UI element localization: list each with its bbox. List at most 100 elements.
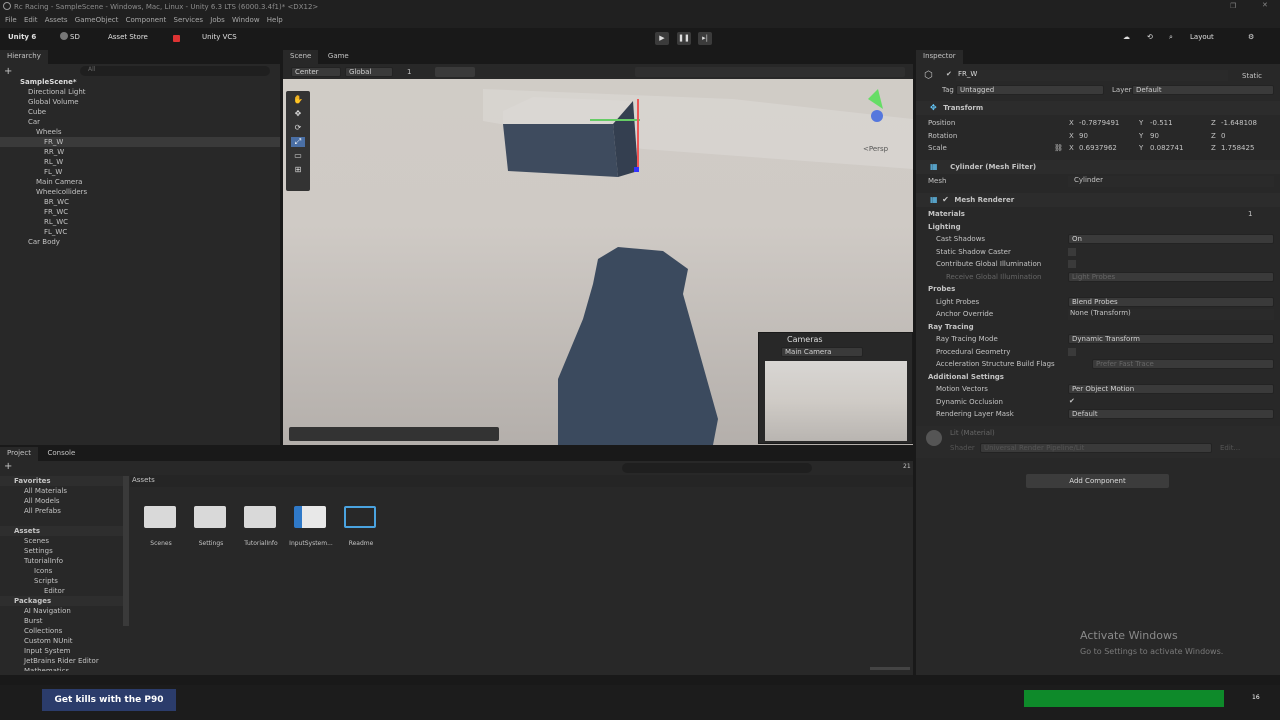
menu-window[interactable]: Window [232,16,260,24]
asset-readme[interactable]: Readme [344,502,378,547]
rotate-tool-icon[interactable]: ⟳ [291,123,305,133]
hierarchy-item[interactable]: RL_W [0,157,280,167]
rendering-layer-mask-dropdown[interactable]: Default [1068,409,1274,419]
snap-toolbar[interactable] [435,67,475,77]
hierarchy-item[interactable]: RL_WC [0,217,280,227]
pos-x[interactable]: -0.7879491 [1079,119,1119,127]
project-tree-item[interactable]: AI Navigation [0,606,125,616]
scale-z[interactable]: 1.758425 [1221,144,1254,152]
pos-y[interactable]: -0.511 [1150,119,1173,127]
additional-settings-foldout[interactable]: Additional Settings [928,373,1004,381]
asset-store-button[interactable]: Asset Store [108,33,148,41]
close-icon[interactable]: ✕ [1262,1,1268,9]
menu-component[interactable]: Component [126,16,167,24]
accel-flags-dropdown[interactable]: Prefer Fast Trace [1092,359,1274,369]
tag-dropdown[interactable]: Untagged [956,85,1104,95]
hierarchy-item[interactable]: FR_WC [0,207,280,217]
materials-foldout[interactable]: Materials [928,210,965,218]
search-icon[interactable]: ⌕ [1169,33,1173,42]
pause-button[interactable]: ❚❚ [677,32,691,45]
hierarchy-item[interactable]: Wheelcolliders [0,187,280,197]
project-tree-item[interactable]: Packages [0,596,125,606]
tab-scene[interactable]: Scene [283,50,319,64]
grid-size[interactable]: 1 [407,68,411,76]
cloud-icon[interactable]: ☁ [1123,33,1130,41]
tab-project[interactable]: Project [0,447,38,461]
hierarchy-search-input[interactable]: All [80,66,270,76]
project-tree-item[interactable]: All Prefabs [0,506,125,516]
settings-icon[interactable]: ⚙ [1248,33,1254,41]
persp-label[interactable]: <Persp [863,145,888,153]
play-button[interactable]: ▶ [655,32,669,45]
menu-services[interactable]: Services [174,16,204,24]
probes-foldout[interactable]: Probes [928,285,955,293]
account-button[interactable]: Unity 6 [8,33,36,41]
hierarchy-item[interactable]: Wheels [0,127,280,137]
step-button[interactable]: ▸| [698,32,712,45]
mesh-renderer-checkbox[interactable]: ✔ [942,195,949,204]
project-tree-item[interactable]: Favorites [0,476,125,486]
notification-count[interactable]: 16 [1252,694,1260,701]
asset-tutorialinfo[interactable]: TutorialInfo [244,502,278,547]
contribute-gi-checkbox[interactable] [1068,260,1076,268]
dynamic-occlusion-checkbox[interactable]: ✔ [1069,397,1075,405]
project-tree-item[interactable]: Settings [0,546,125,556]
project-tree-item[interactable] [0,516,125,526]
vcs-button[interactable]: Unity VCS [202,33,237,41]
history-icon[interactable]: ⟲ [1147,33,1153,41]
add-component-button[interactable]: Add Component [1026,474,1169,488]
light-probes-dropdown[interactable]: Blend Probes [1068,297,1274,307]
pos-z[interactable]: -1.648108 [1221,119,1257,127]
pivot-dropdown[interactable]: Center [291,67,341,77]
project-tree-item[interactable]: TutorialInfo [0,556,125,566]
project-tree-item[interactable]: Mathematics [0,666,125,671]
project-tree-item[interactable]: Scenes [0,536,125,546]
tab-hierarchy[interactable]: Hierarchy [0,50,48,64]
hierarchy-item[interactable]: BR_WC [0,197,280,207]
hierarchy-item[interactable]: Global Volume [0,97,280,107]
project-tree-item[interactable]: All Materials [0,486,125,496]
camera-dropdown[interactable]: Main Camera [781,347,863,357]
error-badge-icon[interactable] [173,35,180,42]
scene-viewport[interactable]: ✋ ✥ ⟳ ⤢ ▭ ⊞ <Persp Cameras Main Camera [283,79,913,445]
hierarchy-item[interactable]: Cube [0,107,280,117]
scale-tool-icon[interactable]: ⤢ [291,137,305,147]
tab-game[interactable]: Game [321,50,356,64]
green-widget[interactable] [1024,690,1224,707]
scale-x[interactable]: 0.6937962 [1079,144,1117,152]
layout-dropdown[interactable]: Layout [1190,33,1214,41]
project-tree-item[interactable]: Burst [0,616,125,626]
bottom-overlay-toolbar[interactable] [289,427,499,441]
object-name-field[interactable]: FR_W [956,70,1228,81]
hierarchy-item[interactable]: FR_W [0,137,280,147]
cast-shadows-dropdown[interactable]: On [1068,234,1274,244]
active-checkbox[interactable]: ✔ [946,70,952,78]
project-tree-item[interactable]: All Models [0,496,125,506]
shader-dropdown[interactable]: Universal Render Pipeline/Lit [980,443,1212,453]
breadcrumb[interactable]: Assets [132,476,155,484]
shader-edit-button[interactable]: Edit... [1220,444,1240,452]
mesh-renderer-header[interactable]: ▦ ✔ Mesh Renderer [916,193,1280,207]
space-dropdown[interactable]: Global [345,67,393,77]
project-search-input[interactable] [622,463,812,473]
hierarchy-item[interactable]: FL_WC [0,227,280,237]
hierarchy-item[interactable]: Car [0,117,280,127]
restore-icon[interactable]: ❐ [1230,2,1236,10]
ray-tracing-foldout[interactable]: Ray Tracing [928,323,974,331]
rot-y[interactable]: 90 [1150,132,1159,140]
hand-tool-icon[interactable]: ✋ [291,95,305,105]
mesh-field[interactable]: Cylinder [1068,176,1274,187]
transform-header[interactable]: ✥ Transform [916,101,1280,115]
project-tree-item[interactable]: Assets [0,526,125,536]
project-tree-item[interactable]: Input System [0,646,125,656]
rot-z[interactable]: 0 [1221,132,1225,140]
tools-overlay[interactable]: ✋ ✥ ⟳ ⤢ ▭ ⊞ [286,91,310,191]
lighting-foldout[interactable]: Lighting [928,223,961,231]
rect-tool-icon[interactable]: ▭ [291,151,305,161]
menu-file[interactable]: File [5,16,17,24]
create-icon[interactable]: + [4,461,12,472]
move-tool-icon[interactable]: ✥ [291,109,305,119]
asset-scenes[interactable]: Scenes [144,502,178,547]
ray-tracing-mode-dropdown[interactable]: Dynamic Transform [1068,334,1274,344]
rot-x[interactable]: 90 [1079,132,1088,140]
